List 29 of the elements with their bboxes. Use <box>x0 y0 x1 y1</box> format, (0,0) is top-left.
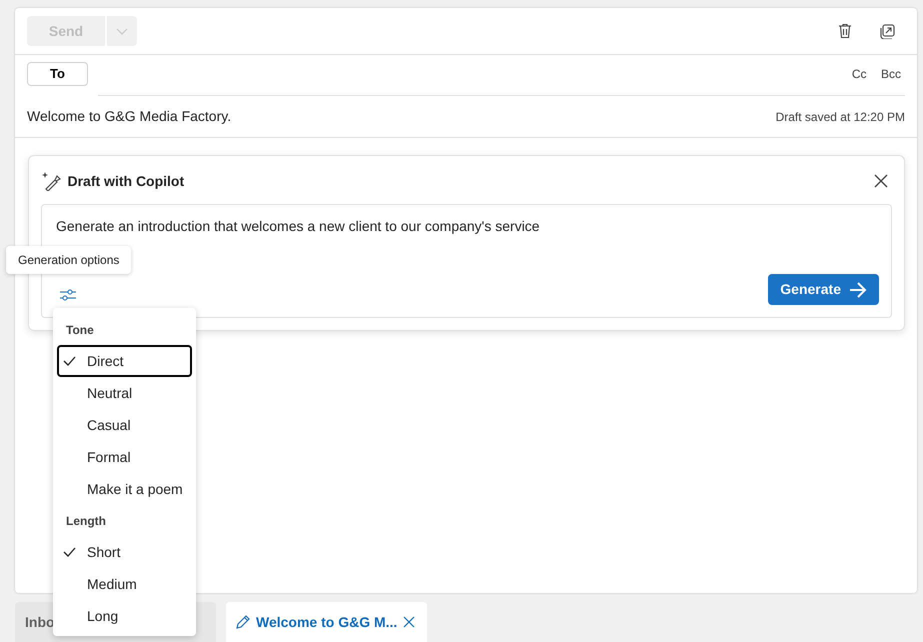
close-icon <box>874 174 888 188</box>
copilot-title: Draft with Copilot <box>68 172 186 190</box>
sliders-icon <box>60 289 76 301</box>
pop-out-icon <box>880 24 894 38</box>
menu-item[interactable]: Neutral <box>57 377 192 409</box>
cc-button[interactable]: Cc <box>848 65 870 83</box>
draft-status: Draft saved at 12:20 PM <box>776 108 905 126</box>
to-button[interactable]: To <box>27 62 88 86</box>
menu-item[interactable]: Casual <box>57 409 192 441</box>
menu-heading: Tone <box>65 322 95 339</box>
bcc-button[interactable]: Bcc <box>876 65 905 83</box>
tooltip: Generation options <box>6 246 132 274</box>
tab[interactable]: Welcome to G&G M... <box>226 602 427 642</box>
generate-button[interactable]: Generate <box>768 274 879 305</box>
menu-item[interactable]: Formal <box>57 441 192 473</box>
prompt-text: Generate an introduction that welcomes a new client to our company's service <box>56 217 541 236</box>
menu-item[interactable]: Direct <box>57 345 192 377</box>
subject-field[interactable]: Welcome to G&G Media Factory. <box>27 106 232 127</box>
menu-item[interactable]: Medium <box>57 568 192 600</box>
caret-icon <box>116 28 128 36</box>
magic-pen-icon <box>41 171 61 191</box>
menu-item[interactable]: Long <box>57 600 192 632</box>
close-icon <box>403 616 416 628</box>
menu-item[interactable]: Make it a poem <box>57 473 192 505</box>
pencil-icon <box>236 615 250 629</box>
menu-item[interactable]: Short <box>57 536 192 568</box>
menu-heading: Length <box>65 513 107 530</box>
trash-icon <box>838 23 852 39</box>
arrow-icon <box>849 282 867 298</box>
